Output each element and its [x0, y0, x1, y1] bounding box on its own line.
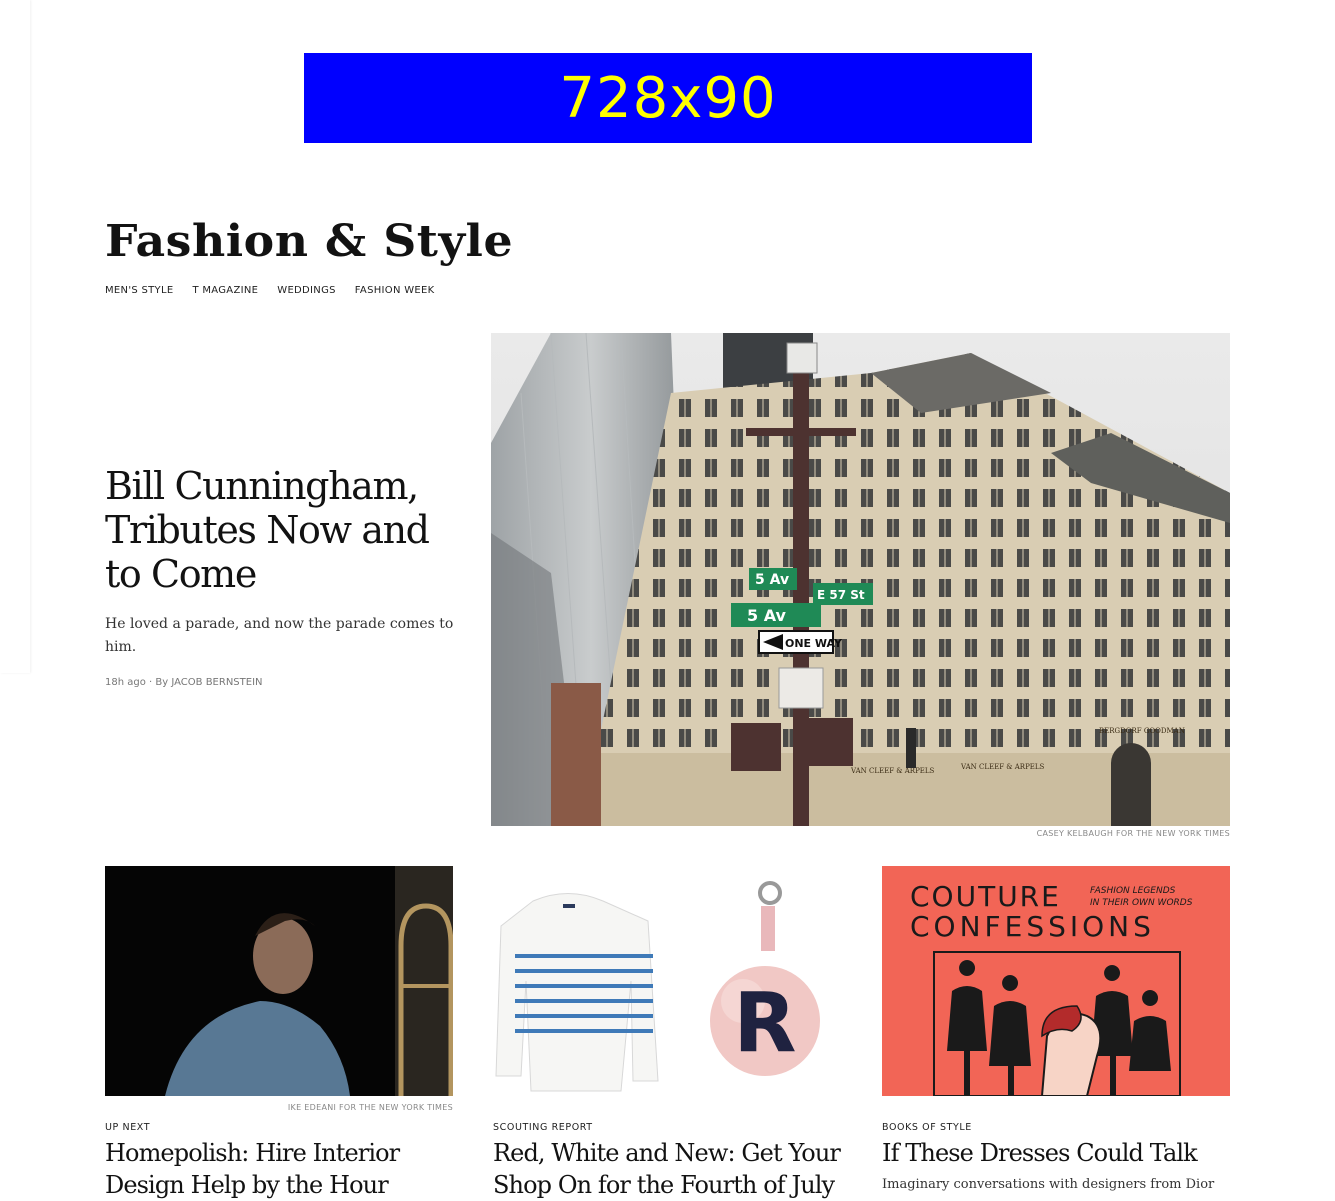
- storefront-sign-3: BERGDORF GOODMAN: [1099, 727, 1185, 735]
- lead-image[interactable]: 5 Av 5 Av E 57 St ONE WAY VAN CLEEF & AR…: [491, 333, 1230, 826]
- left-edge-panel: [0, 0, 30, 673]
- street-sign-one-way: ONE WAY: [785, 637, 843, 650]
- card-image-portrait[interactable]: [105, 866, 454, 1096]
- book-cover-tagline-1: FASHION LEGENDS: [1090, 886, 1176, 896]
- section-subnav: MEN'S STYLE T MAGAZINE WEDDINGS FASHION …: [105, 285, 435, 296]
- card-headline[interactable]: Homepolish: Hire Interior Design Help by…: [105, 1137, 453, 1201]
- subnav-fashion-week[interactable]: FASHION WEEK: [355, 285, 435, 296]
- ad-label: 728x90: [559, 65, 777, 131]
- card-photo-credit: [882, 1102, 1230, 1114]
- lead-headline[interactable]: Bill Cunningham, Tributes Now and to Com…: [105, 464, 465, 596]
- building-arched-entrance: [1111, 743, 1151, 826]
- story-card-homepolish[interactable]: IKE EDEANI FOR THE NEW YORK TIMES UP NEX…: [105, 866, 454, 1201]
- card-photo-credit: IKE EDEANI FOR THE NEW YORK TIMES: [287, 1103, 453, 1112]
- book-cover-title-2: CONFESSIONS: [910, 910, 1155, 943]
- book-cover-title-1: COUTURE: [910, 880, 1061, 913]
- card-kicker[interactable]: SCOUTING REPORT: [493, 1122, 841, 1133]
- lead-meta: 18h ago · By JACOB BERNSTEIN: [105, 677, 465, 688]
- card-headline[interactable]: If These Dresses Could Talk: [882, 1137, 1230, 1169]
- lead-photo-credit: CASEY KELBAUGH FOR THE NEW YORK TIMES: [1036, 829, 1230, 838]
- fur-charm-letter: R: [733, 976, 796, 1071]
- lead-author[interactable]: JACOB BERNSTEIN: [171, 677, 262, 688]
- card-kicker[interactable]: BOOKS OF STYLE: [882, 1122, 1230, 1133]
- subnav-mens-style[interactable]: MEN'S STYLE: [105, 285, 173, 296]
- story-card-fourth-of-july[interactable]: R SCOUTING REPORT Red, White and New: Ge…: [493, 866, 841, 1201]
- card-summary: Imaginary conversations with designers f…: [882, 1177, 1215, 1192]
- storefront-sign-2: VAN CLEEF & ARPELS: [960, 763, 1045, 771]
- street-sign-5av-lower: 5 Av: [747, 606, 787, 625]
- card-kicker[interactable]: UP NEXT: [105, 1122, 453, 1133]
- subnav-weddings[interactable]: WEDDINGS: [277, 285, 336, 296]
- subnav-t-magazine[interactable]: T MAGAZINE: [192, 285, 258, 296]
- storefront-sign-1: VAN CLEEF & ARPELS: [850, 767, 935, 775]
- card-image-book-cover[interactable]: COUTURE FASHION LEGENDS IN THEIR OWN WOR…: [882, 866, 1230, 1097]
- card-photo-credit: [493, 1102, 841, 1114]
- section-title[interactable]: Fashion & Style: [105, 212, 513, 272]
- lead-story: Bill Cunningham, Tributes Now and to Com…: [105, 464, 465, 688]
- card-headline[interactable]: Red, White and New: Get Your Shop On for…: [493, 1137, 841, 1201]
- lead-timestamp: 18h ago: [105, 677, 146, 688]
- book-cover-tagline-2: IN THEIR OWN WORDS: [1090, 898, 1193, 908]
- ad-banner[interactable]: 728x90: [304, 53, 1032, 143]
- card-image-products[interactable]: R: [493, 866, 841, 1096]
- lead-summary: He loved a parade, and now the parade co…: [105, 616, 454, 655]
- street-sign-e57: E 57 St: [817, 588, 865, 602]
- striped-shirt-image: [495, 893, 659, 1092]
- street-sign-5av-upper: 5 Av: [755, 572, 789, 588]
- story-card-couture-confessions[interactable]: COUTURE FASHION LEGENDS IN THEIR OWN WOR…: [882, 866, 1230, 1195]
- lead-by: By: [155, 677, 169, 688]
